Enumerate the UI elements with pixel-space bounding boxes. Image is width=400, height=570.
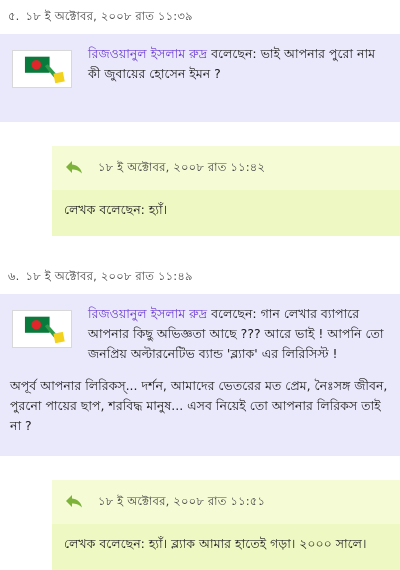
comment-header: ৬. ১৮ ই অক্টোবর, ২০০৮ রাত ১১:৪৯	[0, 260, 400, 294]
comment-body: রিজওয়ানুল ইসলাম রুদ্র বলেছেন: ভাই আপনার…	[0, 34, 400, 122]
reply-header: ১৮ ই অক্টোবর, ২০০৮ রাত ১১:৪২	[52, 146, 400, 190]
flag-avatar-icon[interactable]	[12, 310, 72, 348]
reply-arrow-icon	[64, 159, 84, 178]
reply-timestamp[interactable]: ১৮ ই অক্টোবর, ২০০৮ রাত ১১:৪২	[98, 159, 265, 178]
comment-number: ৫.	[8, 8, 20, 23]
comment: ৬. ১৮ ই অক্টোবর, ২০০৮ রাত ১১:৪৯ রিজওয়ান…	[0, 260, 400, 570]
comment-author-link[interactable]: রিজওয়ানুল ইসলাম রুদ্র	[88, 46, 207, 61]
reply-arrow-icon	[64, 493, 84, 512]
author-reply: ১৮ ই অক্টোবর, ২০০৮ রাত ১১:৪২ লেখক বলেছেন…	[52, 146, 400, 236]
reply-text: লেখক বলেছেন: হ্যাঁ।	[52, 190, 400, 236]
comment-text: রিজওয়ানুল ইসলাম রুদ্র বলেছেন: গান লেখার…	[88, 304, 390, 364]
comment-timestamp[interactable]: ১৮ ই অক্টোবর, ২০০৮ রাত ১১:৪৯	[26, 268, 193, 287]
comment-header: ৫. ১৮ ই অক্টোবর, ২০০৮ রাত ১১:৩৯	[0, 0, 400, 34]
reply-timestamp[interactable]: ১৮ ই অক্টোবর, ২০০৮ রাত ১১:৫১	[98, 493, 265, 512]
comment-body: রিজওয়ানুল ইসলাম রুদ্র বলেছেন: গান লেখার…	[0, 294, 400, 456]
comment-timestamp[interactable]: ১৮ ই অক্টোবর, ২০০৮ রাত ১১:৩৯	[26, 8, 193, 27]
reply-text: লেখক বলেছেন: হ্যাঁ। ব্ল্যাক আমার হাতেই গ…	[52, 524, 400, 570]
comment-author-link[interactable]: রিজওয়ানুল ইসলাম রুদ্র	[88, 306, 207, 321]
comment-text: রিজওয়ানুল ইসলাম রুদ্র বলেছেন: ভাই আপনার…	[88, 44, 390, 84]
flag-avatar-icon[interactable]	[12, 50, 72, 88]
comment: ৫. ১৮ ই অক্টোবর, ২০০৮ রাত ১১:৩৯ রিজওয়ান…	[0, 0, 400, 236]
author-reply: ১৮ ই অক্টোবর, ২০০৮ রাত ১১:৫১ লেখক বলেছেন…	[52, 480, 400, 570]
comment-paragraph: অপূর্ব আপনার লিরিকস্... দর্শন, আমাদের ভে…	[10, 378, 388, 433]
comment-number: ৬.	[8, 268, 20, 283]
reply-header: ১৮ ই অক্টোবর, ২০০৮ রাত ১১:৫১	[52, 480, 400, 524]
